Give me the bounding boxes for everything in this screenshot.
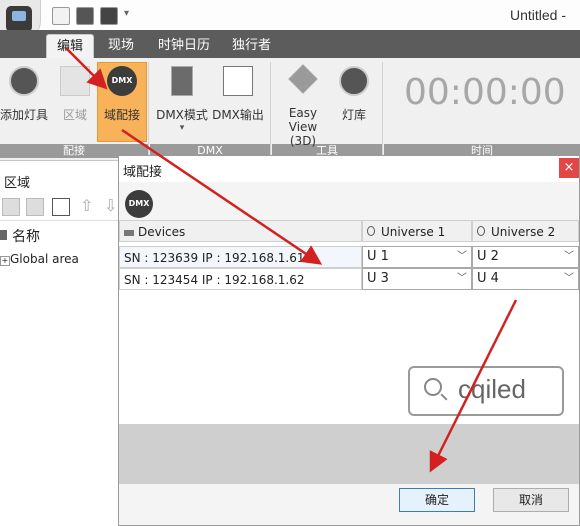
dmx-output-icon	[223, 66, 253, 96]
window-title: Untitled -	[509, 7, 566, 23]
universe-patch-dialog: 域配接 × DMX Devices Universe 1 Universe 2 …	[118, 155, 580, 526]
dmx-mode-icon	[171, 66, 193, 96]
chevron-down-icon: ﹀	[457, 251, 467, 262]
watermark-text: cqiled	[458, 374, 526, 404]
universe-icon	[477, 226, 485, 236]
universe2-column-header[interactable]: Universe 2	[472, 220, 579, 242]
move-down-icon[interactable]: ⇩	[104, 196, 117, 215]
ok-button[interactable]: 确定	[399, 488, 475, 512]
zone-tree-item[interactable]: + Global area	[0, 252, 118, 270]
dmx-mode-button[interactable]: DMX模式 ▾	[154, 66, 210, 133]
cancel-button[interactable]: 取消	[493, 488, 569, 512]
tab-standalone[interactable]: 独行者	[222, 34, 281, 58]
row2-universe1-select[interactable]: U 3 ﹀	[362, 268, 472, 290]
easy-view-sublabel: (3D)	[289, 134, 317, 148]
dmx-mode-label: DMX模式	[156, 108, 208, 122]
dialog-title-bar: 域配接 ×	[119, 156, 579, 182]
row2-u2-value: U 4	[477, 271, 499, 286]
easy-view-label: Easy View	[288, 106, 318, 134]
move-up-icon[interactable]: ⇧	[80, 196, 93, 215]
chevron-down-icon: ﹀	[457, 273, 467, 284]
chevron-down-icon: ﹀	[564, 273, 574, 284]
tab-live[interactable]: 现场	[98, 34, 144, 58]
easy-view-button[interactable]: Easy View (3D)	[274, 64, 332, 148]
zone-item-label: Global area	[10, 252, 79, 266]
new-file-icon[interactable]	[52, 7, 70, 25]
zone-panel-title: 区域	[4, 176, 31, 191]
edit-icon[interactable]	[52, 198, 70, 216]
dmx-output-label: DMX输出	[212, 108, 264, 122]
dialog-title: 域配接	[123, 165, 163, 180]
add-zone-icon[interactable]	[2, 198, 20, 216]
cube-icon	[288, 64, 318, 94]
zone-label: 区域	[62, 108, 87, 122]
universe2-header-label: Universe 2	[491, 225, 556, 239]
app-logo-icon	[6, 6, 32, 32]
universe-patch-label: 域配接	[103, 108, 140, 122]
row2-u1-value: U 3	[367, 271, 389, 286]
watermark: cqiled	[408, 366, 564, 416]
tab-edit[interactable]: 编辑	[46, 34, 95, 59]
add-fixture-button[interactable]: 添加灯具	[0, 66, 52, 123]
dialog-close-button[interactable]: ×	[559, 158, 579, 178]
library-label: 灯库	[341, 108, 366, 122]
timer-display: 00:00:00	[404, 72, 566, 113]
search-icon-handle	[440, 393, 448, 401]
zone-button[interactable]: 区域	[56, 66, 94, 123]
universe-icon	[367, 226, 375, 236]
zone-toolbar: ⇧ ⇩	[0, 194, 118, 221]
tab-clock-calendar[interactable]: 时钟日历	[148, 34, 220, 58]
expand-icon[interactable]: +	[0, 256, 10, 266]
zone-icon	[60, 66, 90, 96]
library-button[interactable]: 灯库	[334, 66, 374, 123]
device-row-1[interactable]: SN : 123639 IP : 192.168.1.61	[119, 246, 362, 268]
devices-header-label: Devices	[138, 225, 186, 239]
zone-column-header: 名称	[0, 226, 118, 246]
library-icon	[339, 66, 369, 96]
open-folder-icon[interactable]	[76, 7, 94, 25]
row1-universe2-select[interactable]: U 2 ﹀	[472, 246, 579, 268]
grid-empty-area	[119, 424, 579, 484]
add-fixture-label: 添加灯具	[0, 108, 48, 122]
quick-access-dropdown-icon[interactable]: ▾	[124, 8, 129, 19]
device-row-2[interactable]: SN : 123454 IP : 192.168.1.62	[119, 268, 362, 290]
add-subzone-icon[interactable]	[26, 198, 44, 216]
universe1-column-header[interactable]: Universe 1	[362, 220, 472, 242]
dmx-icon: DMX	[107, 66, 137, 96]
universe1-header-label: Universe 1	[381, 225, 446, 239]
search-icon	[424, 378, 442, 396]
row1-u2-value: U 2	[477, 249, 499, 264]
dmx-mode-dropdown-icon: ▾	[179, 123, 185, 133]
row1-u1-value: U 1	[367, 249, 389, 264]
dmx-icon: DMX	[125, 190, 153, 218]
row1-universe1-select[interactable]: U 1 ﹀	[362, 246, 472, 268]
universe-patch-button[interactable]: DMX 域配接	[98, 66, 146, 123]
dmx-output-button[interactable]: DMX输出	[210, 66, 266, 123]
zone-name-column: 名称	[12, 229, 40, 245]
save-icon[interactable]	[100, 7, 118, 25]
row2-universe2-select[interactable]: U 4 ﹀	[472, 268, 579, 290]
zone-panel	[0, 168, 118, 526]
add-fixture-icon	[9, 66, 39, 96]
chevron-down-icon: ﹀	[564, 251, 574, 262]
zone-header-icon	[0, 230, 7, 240]
device-icon	[124, 230, 134, 236]
devices-column-header[interactable]: Devices	[119, 220, 362, 242]
